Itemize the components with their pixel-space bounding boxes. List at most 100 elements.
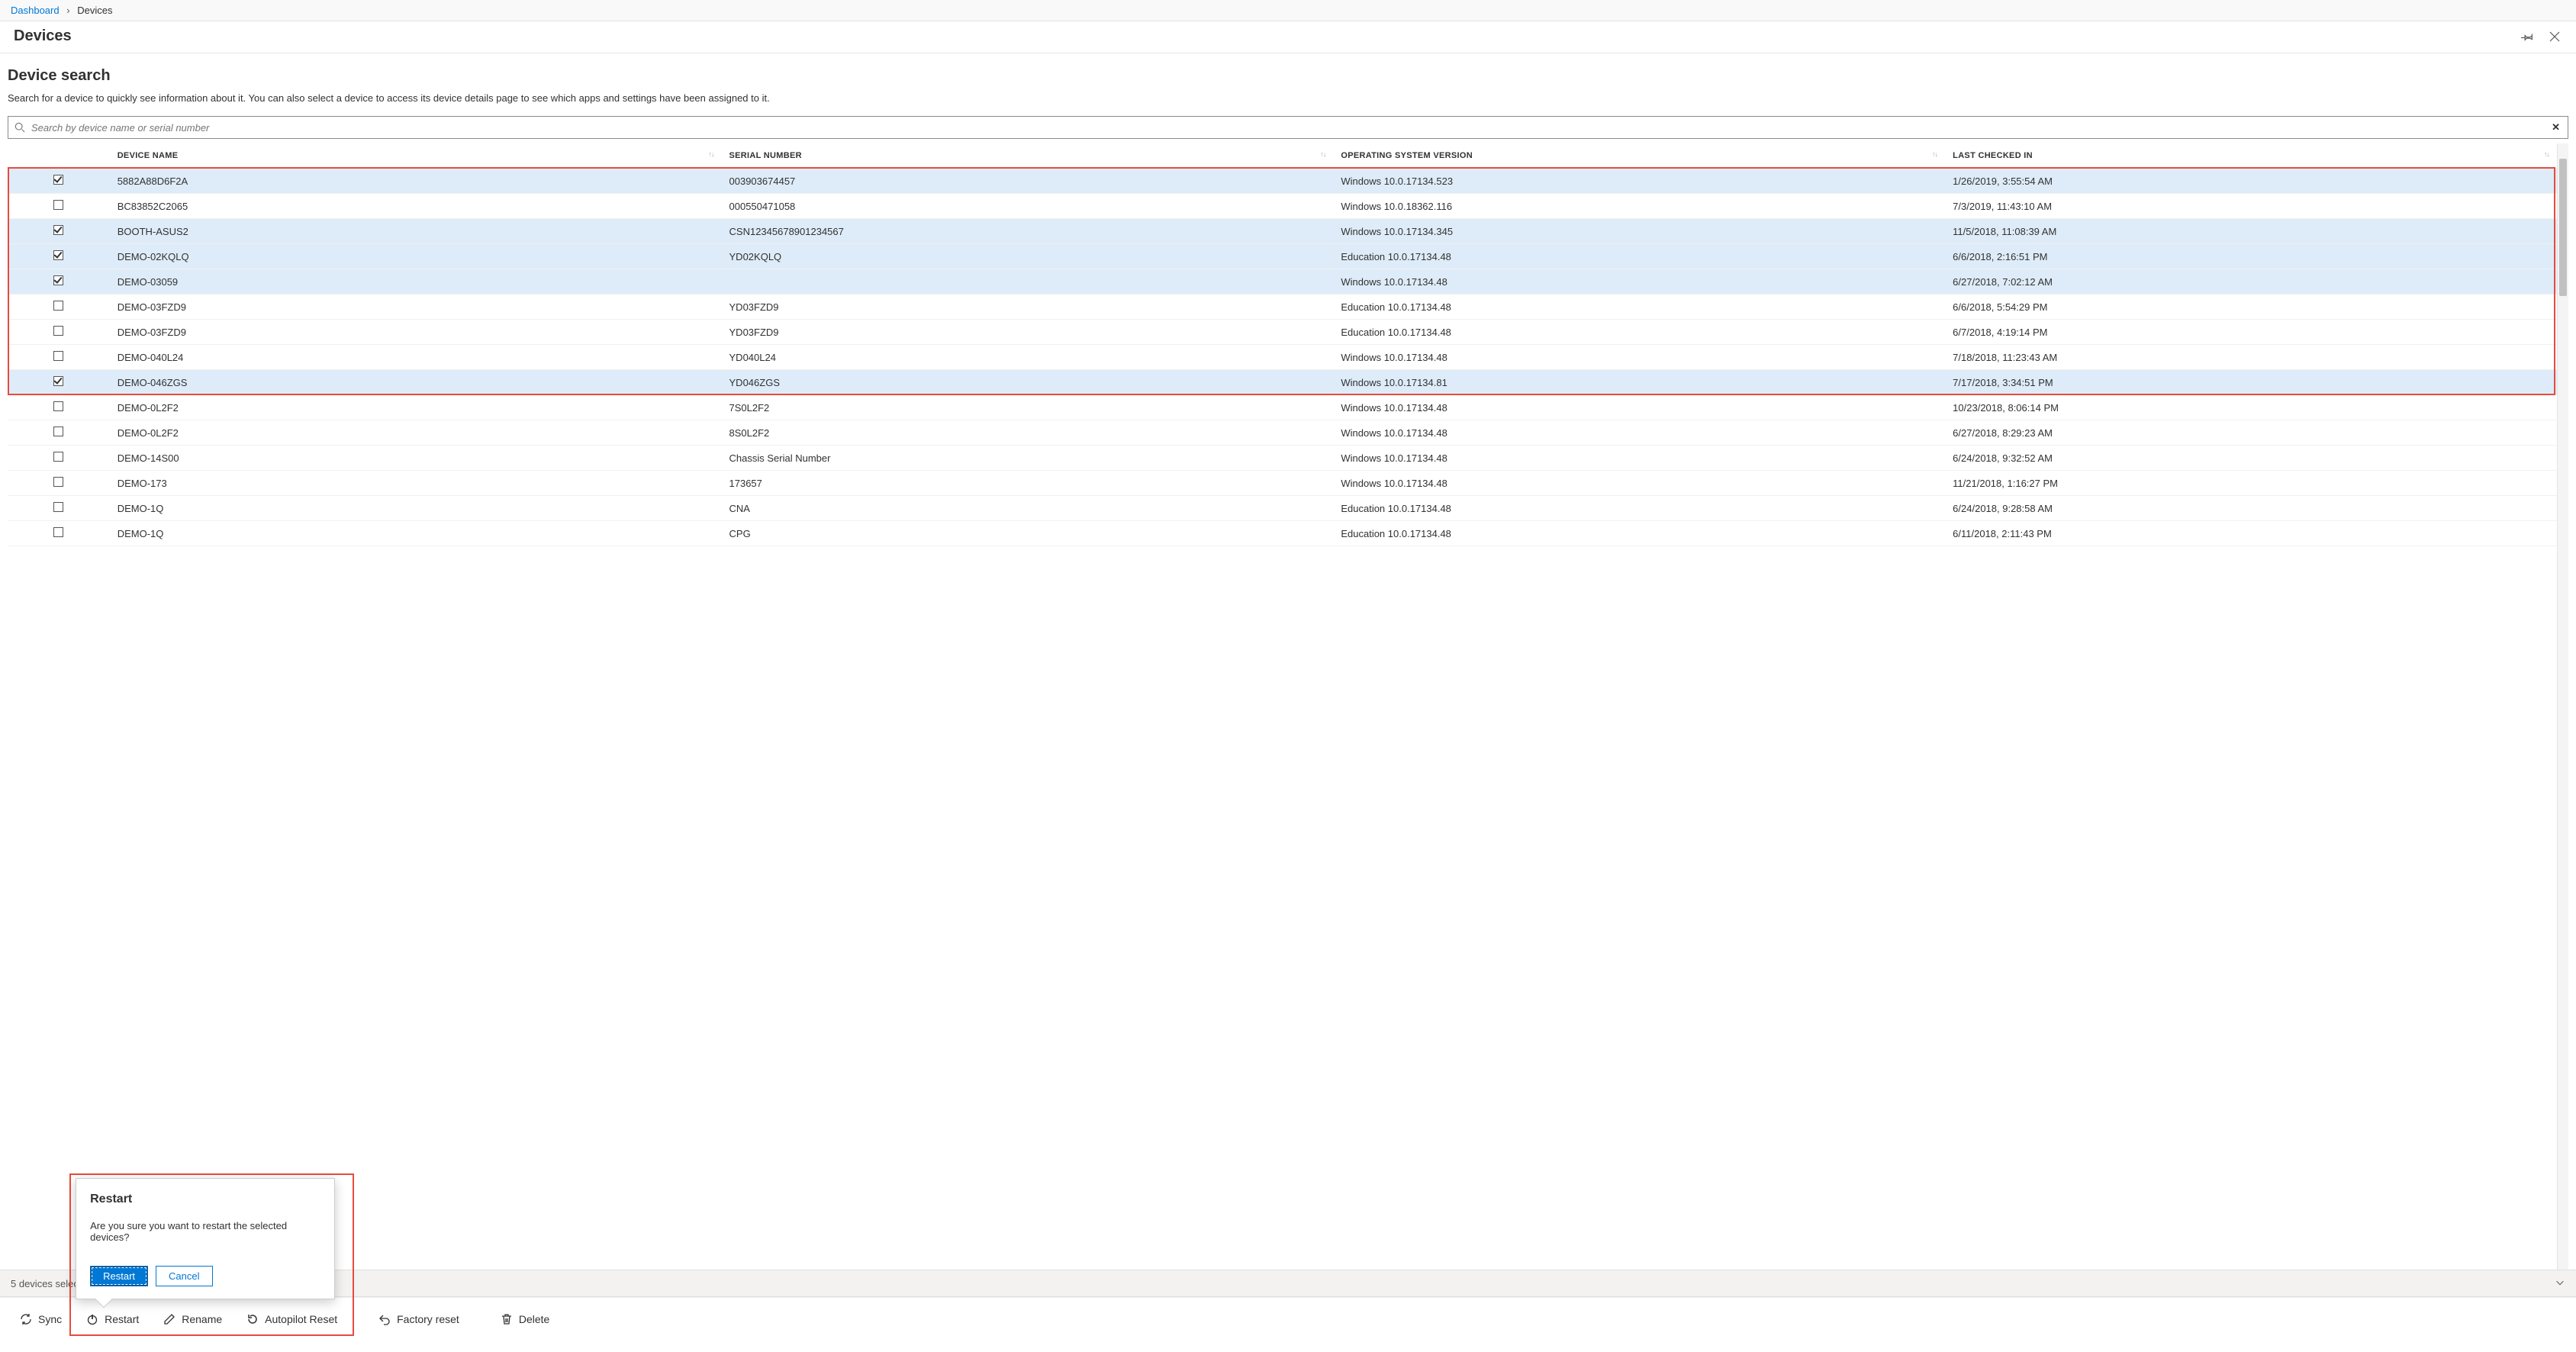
chevron-right-icon: › <box>66 5 69 16</box>
cell-checked: 7/3/2019, 11:43:10 AM <box>1945 194 2557 219</box>
cell-serial: CSN12345678901234567 <box>722 219 1334 244</box>
table-row[interactable]: DEMO-03FZD9YD03FZD9Education 10.0.17134.… <box>8 295 2557 320</box>
row-checkbox[interactable] <box>53 401 63 411</box>
cell-serial: 173657 <box>722 471 1334 496</box>
cell-serial: 8S0L2F2 <box>722 420 1334 446</box>
autopilot-reset-button[interactable]: Autopilot Reset <box>236 1307 348 1331</box>
table-row[interactable]: DEMO-0L2F27S0L2F2Windows 10.0.17134.4810… <box>8 395 2557 420</box>
title-bar: Devices <box>0 21 2576 53</box>
cell-os: Windows 10.0.17134.48 <box>1333 471 1945 496</box>
row-checkbox[interactable] <box>53 225 63 235</box>
clear-search-icon[interactable]: ✕ <box>2544 121 2568 134</box>
row-checkbox[interactable] <box>53 376 63 386</box>
cell-checked: 10/23/2018, 8:06:14 PM <box>1945 395 2557 420</box>
table-row[interactable]: DEMO-02KQLQYD02KQLQEducation 10.0.17134.… <box>8 244 2557 269</box>
row-checkbox[interactable] <box>53 351 63 361</box>
table-row[interactable]: BC83852C2065000550471058Windows 10.0.183… <box>8 194 2557 219</box>
table-row[interactable]: BOOTH-ASUS2CSN12345678901234567Windows 1… <box>8 219 2557 244</box>
cell-os: Windows 10.0.17134.48 <box>1333 446 1945 471</box>
factory-label: Factory reset <box>397 1313 459 1325</box>
trash-icon <box>501 1313 513 1325</box>
table-row[interactable]: DEMO-03059Windows 10.0.17134.486/27/2018… <box>8 269 2557 295</box>
cell-os: Windows 10.0.17134.345 <box>1333 219 1945 244</box>
row-checkbox[interactable] <box>53 200 63 210</box>
col-device-name[interactable]: DEVICE NAME↑↓ <box>110 143 722 169</box>
power-icon <box>86 1313 98 1325</box>
cell-device-name: DEMO-03059 <box>110 269 722 295</box>
cell-device-name: BC83852C2065 <box>110 194 722 219</box>
restart-button[interactable]: Restart <box>76 1307 150 1331</box>
action-bar: Sync Restart Rename Autopilot Reset Fact… <box>0 1297 2576 1340</box>
undo-icon <box>378 1313 391 1325</box>
row-checkbox[interactable] <box>53 301 63 311</box>
row-checkbox[interactable] <box>53 175 63 185</box>
cell-os: Education 10.0.17134.48 <box>1333 521 1945 546</box>
delete-button[interactable]: Delete <box>490 1307 560 1331</box>
cell-device-name: DEMO-03FZD9 <box>110 320 722 345</box>
pencil-icon <box>163 1313 175 1325</box>
pin-icon[interactable] <box>2520 29 2535 44</box>
cell-serial: Chassis Serial Number <box>722 446 1334 471</box>
col-os[interactable]: OPERATING SYSTEM VERSION↑↓ <box>1333 143 1945 169</box>
col-serial[interactable]: SERIAL NUMBER↑↓ <box>722 143 1334 169</box>
table-row[interactable]: DEMO-14S00Chassis Serial NumberWindows 1… <box>8 446 2557 471</box>
cell-checked: 11/21/2018, 1:16:27 PM <box>1945 471 2557 496</box>
rename-button[interactable]: Rename <box>153 1307 233 1331</box>
device-table-wrap: DEVICE NAME↑↓ SERIAL NUMBER↑↓ OPERATING … <box>8 143 2568 1270</box>
search-input[interactable] <box>31 122 2544 134</box>
reset-icon <box>246 1313 259 1325</box>
table-row[interactable]: DEMO-0L2F28S0L2F2Windows 10.0.17134.486/… <box>8 420 2557 446</box>
cell-serial: YD03FZD9 <box>722 295 1334 320</box>
table-row[interactable]: DEMO-046ZGSYD046ZGSWindows 10.0.17134.81… <box>8 370 2557 395</box>
cell-device-name: DEMO-173 <box>110 471 722 496</box>
cell-serial: YD046ZGS <box>722 370 1334 395</box>
row-checkbox[interactable] <box>53 452 63 462</box>
dialog-message: Are you sure you want to restart the sel… <box>90 1220 320 1243</box>
cell-checked: 11/5/2018, 11:08:39 AM <box>1945 219 2557 244</box>
dialog-cancel-button[interactable]: Cancel <box>156 1266 212 1286</box>
cell-checked: 1/26/2019, 3:55:54 AM <box>1945 169 2557 194</box>
table-row[interactable]: DEMO-1QCNAEducation 10.0.17134.486/24/20… <box>8 496 2557 521</box>
cell-device-name: DEMO-03FZD9 <box>110 295 722 320</box>
table-row[interactable]: DEMO-173173657Windows 10.0.17134.4811/21… <box>8 471 2557 496</box>
section-description: Search for a device to quickly see infor… <box>8 92 2568 104</box>
restart-dialog: Restart Are you sure you want to restart… <box>76 1178 335 1299</box>
factory-reset-button[interactable]: Factory reset <box>368 1307 470 1331</box>
breadcrumb: Dashboard › Devices <box>0 0 2576 21</box>
cell-os: Windows 10.0.17134.48 <box>1333 345 1945 370</box>
sync-button[interactable]: Sync <box>9 1307 72 1331</box>
row-checkbox[interactable] <box>53 275 63 285</box>
rename-label: Rename <box>182 1313 222 1325</box>
row-checkbox[interactable] <box>53 527 63 537</box>
cell-os: Windows 10.0.17134.48 <box>1333 420 1945 446</box>
cell-checked: 6/6/2018, 2:16:51 PM <box>1945 244 2557 269</box>
row-checkbox[interactable] <box>53 477 63 487</box>
scrollbar[interactable] <box>2557 143 2568 1270</box>
cell-device-name: DEMO-14S00 <box>110 446 722 471</box>
cell-os: Windows 10.0.17134.48 <box>1333 395 1945 420</box>
breadcrumb-dashboard[interactable]: Dashboard <box>11 5 60 16</box>
cell-device-name: DEMO-1Q <box>110 496 722 521</box>
sync-icon <box>20 1313 32 1325</box>
table-row[interactable]: 5882A88D6F2A003903674457Windows 10.0.171… <box>8 169 2557 194</box>
table-row[interactable]: DEMO-03FZD9YD03FZD9Education 10.0.17134.… <box>8 320 2557 345</box>
row-checkbox[interactable] <box>53 427 63 436</box>
cell-serial: YD03FZD9 <box>722 320 1334 345</box>
row-checkbox[interactable] <box>53 502 63 512</box>
table-row[interactable]: DEMO-040L24YD040L24Windows 10.0.17134.48… <box>8 345 2557 370</box>
table-row[interactable]: DEMO-1QCPGEducation 10.0.17134.486/11/20… <box>8 521 2557 546</box>
row-checkbox[interactable] <box>53 250 63 260</box>
cell-serial: CNA <box>722 496 1334 521</box>
cell-checked: 6/6/2018, 5:54:29 PM <box>1945 295 2557 320</box>
cell-os: Windows 10.0.17134.48 <box>1333 269 1945 295</box>
close-icon[interactable] <box>2547 29 2562 44</box>
cell-os: Windows 10.0.17134.523 <box>1333 169 1945 194</box>
cell-device-name: DEMO-0L2F2 <box>110 420 722 446</box>
dialog-confirm-button[interactable]: Restart <box>90 1266 148 1286</box>
row-checkbox[interactable] <box>53 326 63 336</box>
selection-summary-bar[interactable]: 5 devices selected <box>0 1270 2576 1297</box>
cell-os: Education 10.0.17134.48 <box>1333 295 1945 320</box>
cell-checked: 6/24/2018, 9:28:58 AM <box>1945 496 2557 521</box>
col-checked[interactable]: LAST CHECKED IN↑↓ <box>1945 143 2557 169</box>
cell-device-name: BOOTH-ASUS2 <box>110 219 722 244</box>
